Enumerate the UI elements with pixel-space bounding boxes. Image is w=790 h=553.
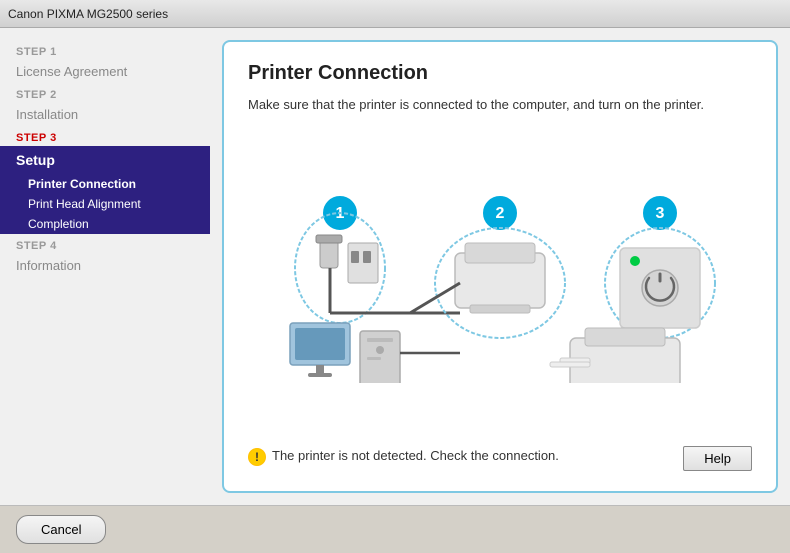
panel-title: Printer Connection bbox=[248, 62, 752, 85]
content-area: STEP 1 License Agreement STEP 2 Installa… bbox=[0, 28, 790, 505]
main-window: STEP 1 License Agreement STEP 2 Installa… bbox=[0, 28, 790, 553]
cancel-button[interactable]: Cancel bbox=[16, 515, 106, 544]
content-box: Printer Connection Make sure that the pr… bbox=[222, 40, 778, 493]
sub-item-print-head-alignment[interactable]: Print Head Alignment bbox=[0, 194, 210, 214]
step4-item: Information bbox=[0, 254, 210, 277]
bottom-area: ! The printer is not detected. Check the… bbox=[248, 446, 752, 471]
warning-message: ! The printer is not detected. Check the… bbox=[248, 446, 559, 466]
title-bar: Canon PIXMA MG2500 series bbox=[0, 0, 790, 28]
step1-label: STEP 1 bbox=[0, 40, 210, 60]
warning-text: The printer is not detected. Check the c… bbox=[272, 446, 559, 466]
help-button[interactable]: Help bbox=[683, 446, 752, 471]
sidebar: STEP 1 License Agreement STEP 2 Installa… bbox=[0, 28, 210, 505]
step3-label: STEP 3 bbox=[0, 126, 210, 146]
panel-desc: Make sure that the printer is connected … bbox=[248, 95, 752, 115]
sub-item-completion[interactable]: Completion bbox=[0, 214, 210, 234]
svg-text:3: 3 bbox=[656, 205, 665, 222]
title-bar-text: Canon PIXMA MG2500 series bbox=[8, 7, 168, 21]
warning-icon: ! bbox=[248, 448, 266, 466]
svg-text:2: 2 bbox=[496, 205, 505, 222]
bottom-bar: Cancel bbox=[0, 505, 790, 553]
step2-label: STEP 2 bbox=[0, 83, 210, 103]
step2-item: Installation bbox=[0, 103, 210, 126]
sub-item-printer-connection[interactable]: Printer Connection bbox=[0, 174, 210, 194]
step3-group: Setup bbox=[0, 146, 210, 174]
step4-label: STEP 4 bbox=[0, 234, 210, 254]
diagram-svg: 1 2 bbox=[248, 183, 752, 383]
illustration: 1 2 bbox=[248, 131, 752, 437]
step1-item: License Agreement bbox=[0, 60, 210, 83]
right-panel: Printer Connection Make sure that the pr… bbox=[210, 28, 790, 505]
